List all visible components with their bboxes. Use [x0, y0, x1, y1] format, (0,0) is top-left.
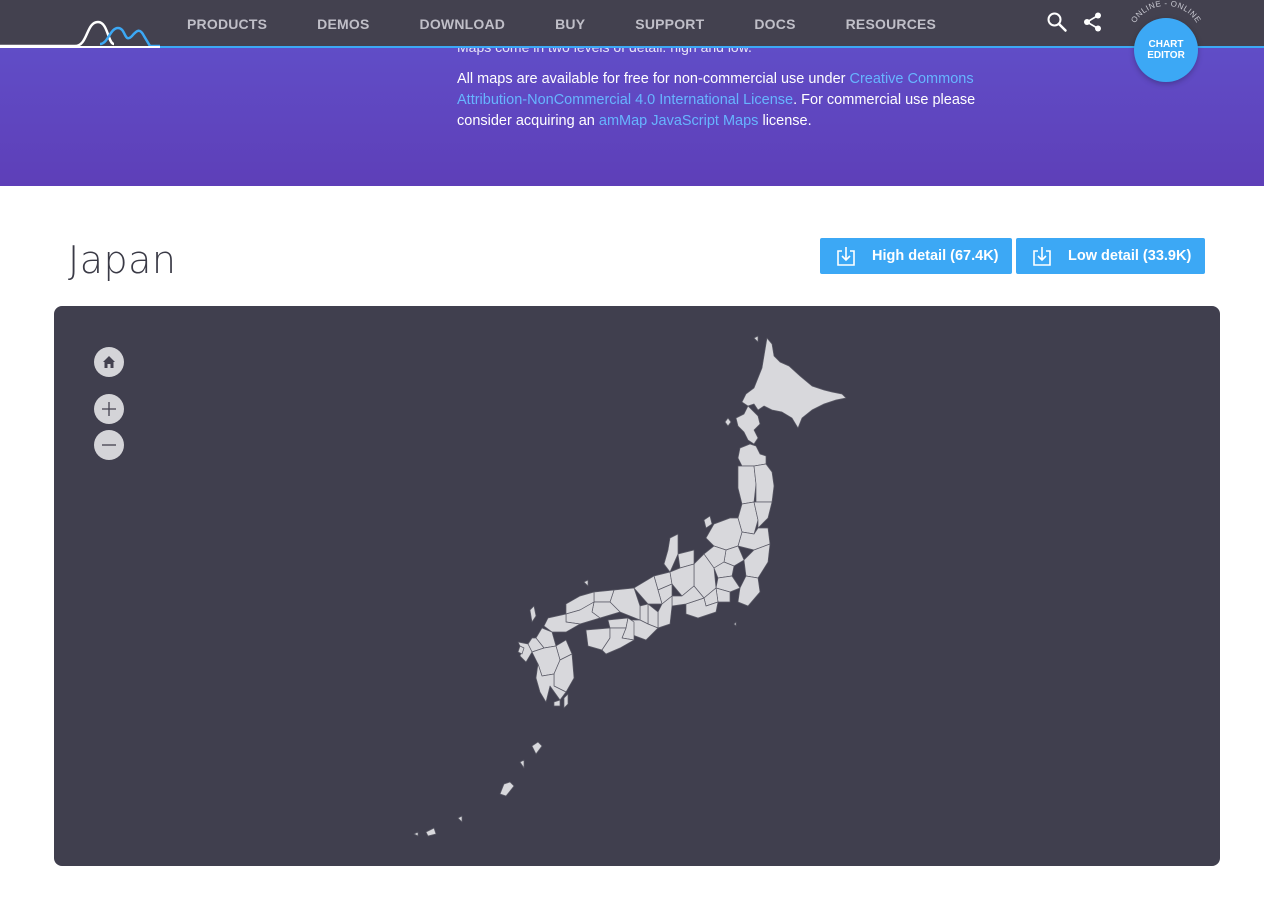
- amcharts-logo[interactable]: [0, 14, 160, 50]
- download-high-detail-label: High detail (67.4K): [872, 248, 999, 264]
- search-icon[interactable]: [1046, 11, 1068, 33]
- region-kagawa: [607, 617, 629, 629]
- editor-badge-line2: EDITOR: [1147, 50, 1185, 61]
- region-iwate: [753, 463, 775, 503]
- region-rebun: [753, 335, 759, 343]
- map-panel[interactable]: [54, 306, 1220, 866]
- region-akita: [737, 465, 757, 505]
- region-ishigaki: [425, 827, 437, 837]
- nav-buy[interactable]: BUY: [555, 16, 585, 32]
- nav-demos[interactable]: DEMOS: [317, 16, 369, 32]
- region-tanegashima: [563, 693, 569, 709]
- region-yakushima: [553, 699, 561, 707]
- download-icon: [837, 247, 855, 266]
- download-low-detail-label: Low detail (33.9K): [1068, 248, 1192, 264]
- region-hyogo: [609, 587, 641, 621]
- region-hokkaido: [741, 337, 847, 429]
- zoom-out-icon: [102, 444, 116, 446]
- download-high-detail-button[interactable]: High detail (67.4K): [820, 238, 1012, 274]
- region-oki: [583, 579, 589, 587]
- home-icon: [103, 356, 115, 368]
- hero-license-text: All maps are available for free for non-…: [457, 69, 997, 132]
- region-hokkaido-peninsula: [735, 405, 761, 445]
- region-okushiri: [724, 417, 732, 427]
- region-tokunoshima: [519, 759, 525, 769]
- zoom-in-icon: [102, 402, 116, 416]
- share-icon[interactable]: [1082, 11, 1104, 33]
- nav-products[interactable]: PRODUCTS: [187, 16, 267, 32]
- nav-support[interactable]: SUPPORT: [635, 16, 704, 32]
- download-icon: [1033, 247, 1051, 266]
- region-chiba: [737, 575, 761, 607]
- region-okinawa: [499, 781, 515, 797]
- editor-badge-line1: CHART: [1148, 39, 1184, 50]
- chart-editor-badge[interactable]: CHART EDITOR: [1134, 18, 1198, 82]
- region-sado: [703, 515, 713, 529]
- main-nav: PRODUCTS DEMOS DOWNLOAD BUY SUPPORT DOCS…: [187, 0, 936, 48]
- nav-download[interactable]: DOWNLOAD: [420, 16, 506, 32]
- region-izu-islands: [733, 621, 737, 627]
- map-zoom-out-button[interactable]: [94, 430, 124, 460]
- nav-docs[interactable]: DOCS: [754, 16, 795, 32]
- region-aomori: [737, 443, 767, 467]
- hero-text-before: All maps are available for free for non-…: [457, 71, 850, 87]
- map-home-button[interactable]: [94, 347, 124, 377]
- region-miyako: [457, 815, 463, 823]
- region-amami: [531, 741, 543, 755]
- region-yonaguni: [413, 831, 419, 837]
- region-ishikawa: [663, 533, 679, 573]
- page-title: Japan: [68, 238, 177, 282]
- ammap-link[interactable]: amMap JavaScript Maps: [599, 113, 759, 129]
- hero-text-after: license.: [758, 113, 812, 129]
- download-low-detail-button[interactable]: Low detail (33.9K): [1016, 238, 1205, 274]
- region-tsushima: [529, 605, 537, 623]
- japan-map[interactable]: [54, 306, 1220, 866]
- region-ibaraki: [743, 543, 771, 579]
- map-zoom-in-button[interactable]: [94, 394, 124, 424]
- nav-resources[interactable]: RESOURCES: [846, 16, 936, 32]
